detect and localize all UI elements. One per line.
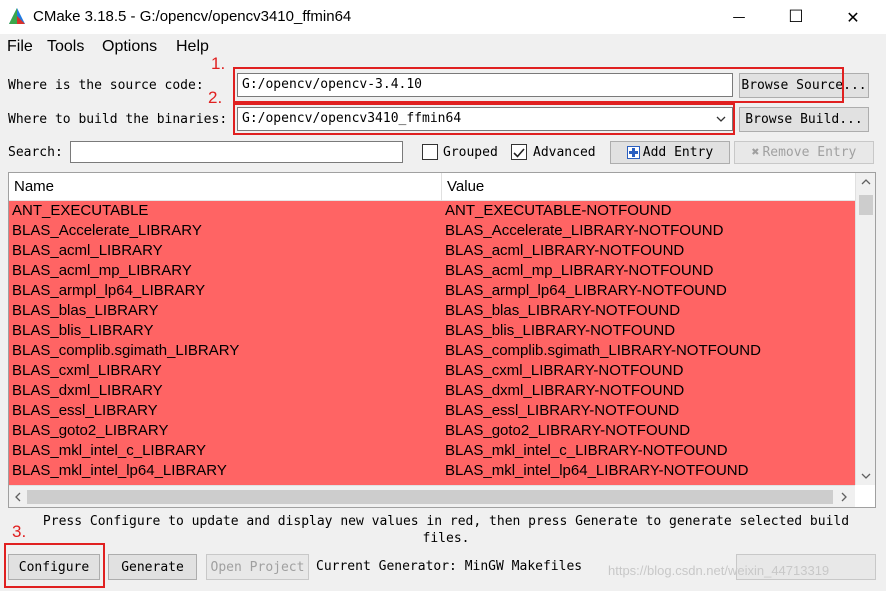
table-body: ANT_EXECUTABLE ANT_EXECUTABLE-NOTFOUND BLA… xyxy=(9,201,855,485)
cache-variables-table[interactable]: Name Value ANT_EXECUTABLE ANT_EXECUTABLE-… xyxy=(8,172,876,508)
generate-button[interactable]: Generate xyxy=(108,554,197,580)
menu-help[interactable]: Help xyxy=(176,38,209,56)
vertical-scrollbar[interactable] xyxy=(855,173,875,485)
cell-name: BLAS_acml_LIBRARY xyxy=(12,242,163,259)
minimize-icon: — xyxy=(732,9,746,25)
table-row[interactable]: BLAS_mkl_intel_lp64_LIBRARY BLAS_mkl_inte… xyxy=(9,461,855,481)
cell-name: BLAS_blis_LIBRARY xyxy=(12,322,154,339)
table-row[interactable]: BLAS_armpl_lp64_LIBRARY BLAS_armpl_lp64_L… xyxy=(9,281,855,301)
scroll-right-icon[interactable] xyxy=(841,492,848,502)
annotation-box-3 xyxy=(4,543,105,588)
window-title: CMake 3.18.5 - G:/opencv/opencv3410_ffmi… xyxy=(33,8,352,25)
scroll-left-icon[interactable] xyxy=(14,492,21,502)
menu-file[interactable]: File xyxy=(7,38,33,56)
cell-name: BLAS_essl_LIBRARY xyxy=(12,402,158,419)
remove-entry-button[interactable]: ✖ Remove Entry xyxy=(734,141,874,164)
cell-name: BLAS_armpl_lp64_LIBRARY xyxy=(12,282,206,299)
title-bar: CMake 3.18.5 - G:/opencv/opencv3410_ffmi… xyxy=(0,0,886,34)
column-header-value[interactable]: Value xyxy=(447,178,484,195)
horizontal-scrollbar[interactable] xyxy=(9,485,855,507)
cell-value[interactable]: BLAS_acml_LIBRARY-NOTFOUND xyxy=(445,242,684,259)
cell-name: BLAS_mkl_intel_lp64_LIBRARY xyxy=(12,462,227,479)
annotation-box-1 xyxy=(233,67,844,103)
cell-value[interactable]: BLAS_acml_mp_LIBRARY-NOTFOUND xyxy=(445,262,713,279)
source-label: Where is the source code: xyxy=(8,78,204,93)
cell-name: BLAS_acml_mp_LIBRARY xyxy=(12,262,192,279)
remove-icon: ✖ xyxy=(751,145,760,160)
search-input[interactable] xyxy=(70,141,403,163)
cell-value[interactable]: BLAS_armpl_lp64_LIBRARY-NOTFOUND xyxy=(445,282,727,299)
add-entry-label: Add Entry xyxy=(642,145,714,160)
cell-name: BLAS_mkl_intel_c_LIBRARY xyxy=(12,442,206,459)
table-row[interactable]: ANT_EXECUTABLE ANT_EXECUTABLE-NOTFOUND xyxy=(9,201,855,221)
cell-value[interactable]: BLAS_mkl_intel_lp64_LIBRARY-NOTFOUND xyxy=(445,462,748,479)
cell-value[interactable]: ANT_EXECUTABLE-NOTFOUND xyxy=(445,202,671,219)
annotation-label-2: 2. xyxy=(208,88,223,107)
cell-name: BLAS_cxml_LIBRARY xyxy=(12,362,162,379)
cell-name: BLAS_Accelerate_LIBRARY xyxy=(12,222,202,239)
cell-name: BLAS_blas_LIBRARY xyxy=(12,302,159,319)
minimize-button[interactable]: — xyxy=(716,0,762,34)
annotation-label-3: 3. xyxy=(12,522,27,541)
cell-value[interactable]: BLAS_blis_LIBRARY-NOTFOUND xyxy=(445,322,675,339)
advanced-checkbox[interactable] xyxy=(511,144,527,160)
column-header-name[interactable]: Name xyxy=(14,178,54,195)
grouped-checkbox[interactable] xyxy=(422,144,438,160)
scroll-up-icon[interactable] xyxy=(861,178,871,185)
cell-name: ANT_EXECUTABLE xyxy=(12,202,149,219)
table-row[interactable]: BLAS_acml_LIBRARY BLAS_acml_LIBRARY-NOTFO… xyxy=(9,241,855,261)
maximize-button[interactable]: ☐ xyxy=(773,0,819,34)
table-row[interactable]: BLAS_dxml_LIBRARY BLAS_dxml_LIBRARY-NOTFO… xyxy=(9,381,855,401)
cell-value[interactable]: BLAS_blas_LIBRARY-NOTFOUND xyxy=(445,302,680,319)
checkmark-icon xyxy=(513,148,525,158)
cell-value[interactable]: BLAS_Accelerate_LIBRARY-NOTFOUND xyxy=(445,222,723,239)
table-row[interactable]: BLAS_complib.sgimath_LIBRARY BLAS_complib… xyxy=(9,341,855,361)
open-project-button[interactable]: Open Project xyxy=(206,554,309,580)
current-generator-label: Current Generator: MinGW Makefiles xyxy=(316,559,583,574)
table-row[interactable]: BLAS_mkl_intel_c_LIBRARY BLAS_mkl_intel_c… xyxy=(9,441,855,461)
cell-value[interactable]: BLAS_dxml_LIBRARY-NOTFOUND xyxy=(445,382,684,399)
table-row[interactable]: BLAS_essl_LIBRARY BLAS_essl_LIBRARY-NOTFO… xyxy=(9,401,855,421)
scroll-down-icon[interactable] xyxy=(861,473,871,480)
annotation-box-2 xyxy=(233,103,735,135)
cmake-logo-icon xyxy=(9,8,25,24)
menu-options[interactable]: Options xyxy=(102,38,157,56)
table-row[interactable]: BLAS_Accelerate_LIBRARY BLAS_Accelerate_L… xyxy=(9,221,855,241)
table-row[interactable]: BLAS_blis_LIBRARY BLAS_blis_LIBRARY-NOTFO… xyxy=(9,321,855,341)
maximize-icon: ☐ xyxy=(788,7,804,27)
cell-name: BLAS_dxml_LIBRARY xyxy=(12,382,163,399)
cell-name: BLAS_goto2_LIBRARY xyxy=(12,422,169,439)
cell-value[interactable]: BLAS_cxml_LIBRARY-NOTFOUND xyxy=(445,362,683,379)
vertical-scroll-thumb[interactable] xyxy=(859,195,873,215)
add-entry-button[interactable]: Add Entry xyxy=(610,141,730,164)
advanced-label: Advanced xyxy=(533,145,596,160)
cell-value[interactable]: BLAS_complib.sgimath_LIBRARY-NOTFOUND xyxy=(445,342,761,359)
grouped-label: Grouped xyxy=(443,145,498,160)
close-icon: ✕ xyxy=(846,7,860,27)
table-header: Name Value xyxy=(9,173,855,201)
annotation-label-1: 1. xyxy=(211,54,226,73)
remove-entry-label: Remove Entry xyxy=(762,145,857,160)
watermark-text: https://blog.csdn.net/weixin_44713319 xyxy=(608,563,830,578)
menu-tools[interactable]: Tools xyxy=(47,38,84,56)
horizontal-scroll-thumb[interactable] xyxy=(27,490,833,504)
plus-icon xyxy=(626,146,640,159)
cell-value[interactable]: BLAS_goto2_LIBRARY-NOTFOUND xyxy=(445,422,690,439)
table-row[interactable]: BLAS_cxml_LIBRARY BLAS_cxml_LIBRARY-NOTFO… xyxy=(9,361,855,381)
cell-value[interactable]: BLAS_essl_LIBRARY-NOTFOUND xyxy=(445,402,679,419)
table-row[interactable]: BLAS_blas_LIBRARY BLAS_blas_LIBRARY-NOTFO… xyxy=(9,301,855,321)
cell-value[interactable]: BLAS_mkl_intel_c_LIBRARY-NOTFOUND xyxy=(445,442,728,459)
cell-name: BLAS_complib.sgimath_LIBRARY xyxy=(12,342,240,359)
column-divider[interactable] xyxy=(441,173,442,201)
table-row[interactable]: BLAS_goto2_LIBRARY BLAS_goto2_LIBRARY-NOT… xyxy=(9,421,855,441)
search-label: Search: xyxy=(8,145,63,160)
browse-build-button[interactable]: Browse Build... xyxy=(739,107,869,132)
close-button[interactable]: ✕ xyxy=(830,0,876,34)
help-text: Press Configure to update and display ne… xyxy=(42,514,850,546)
table-row[interactable]: BLAS_acml_mp_LIBRARY BLAS_acml_mp_LIBRARY… xyxy=(9,261,855,281)
build-label: Where to build the binaries: xyxy=(8,112,228,127)
